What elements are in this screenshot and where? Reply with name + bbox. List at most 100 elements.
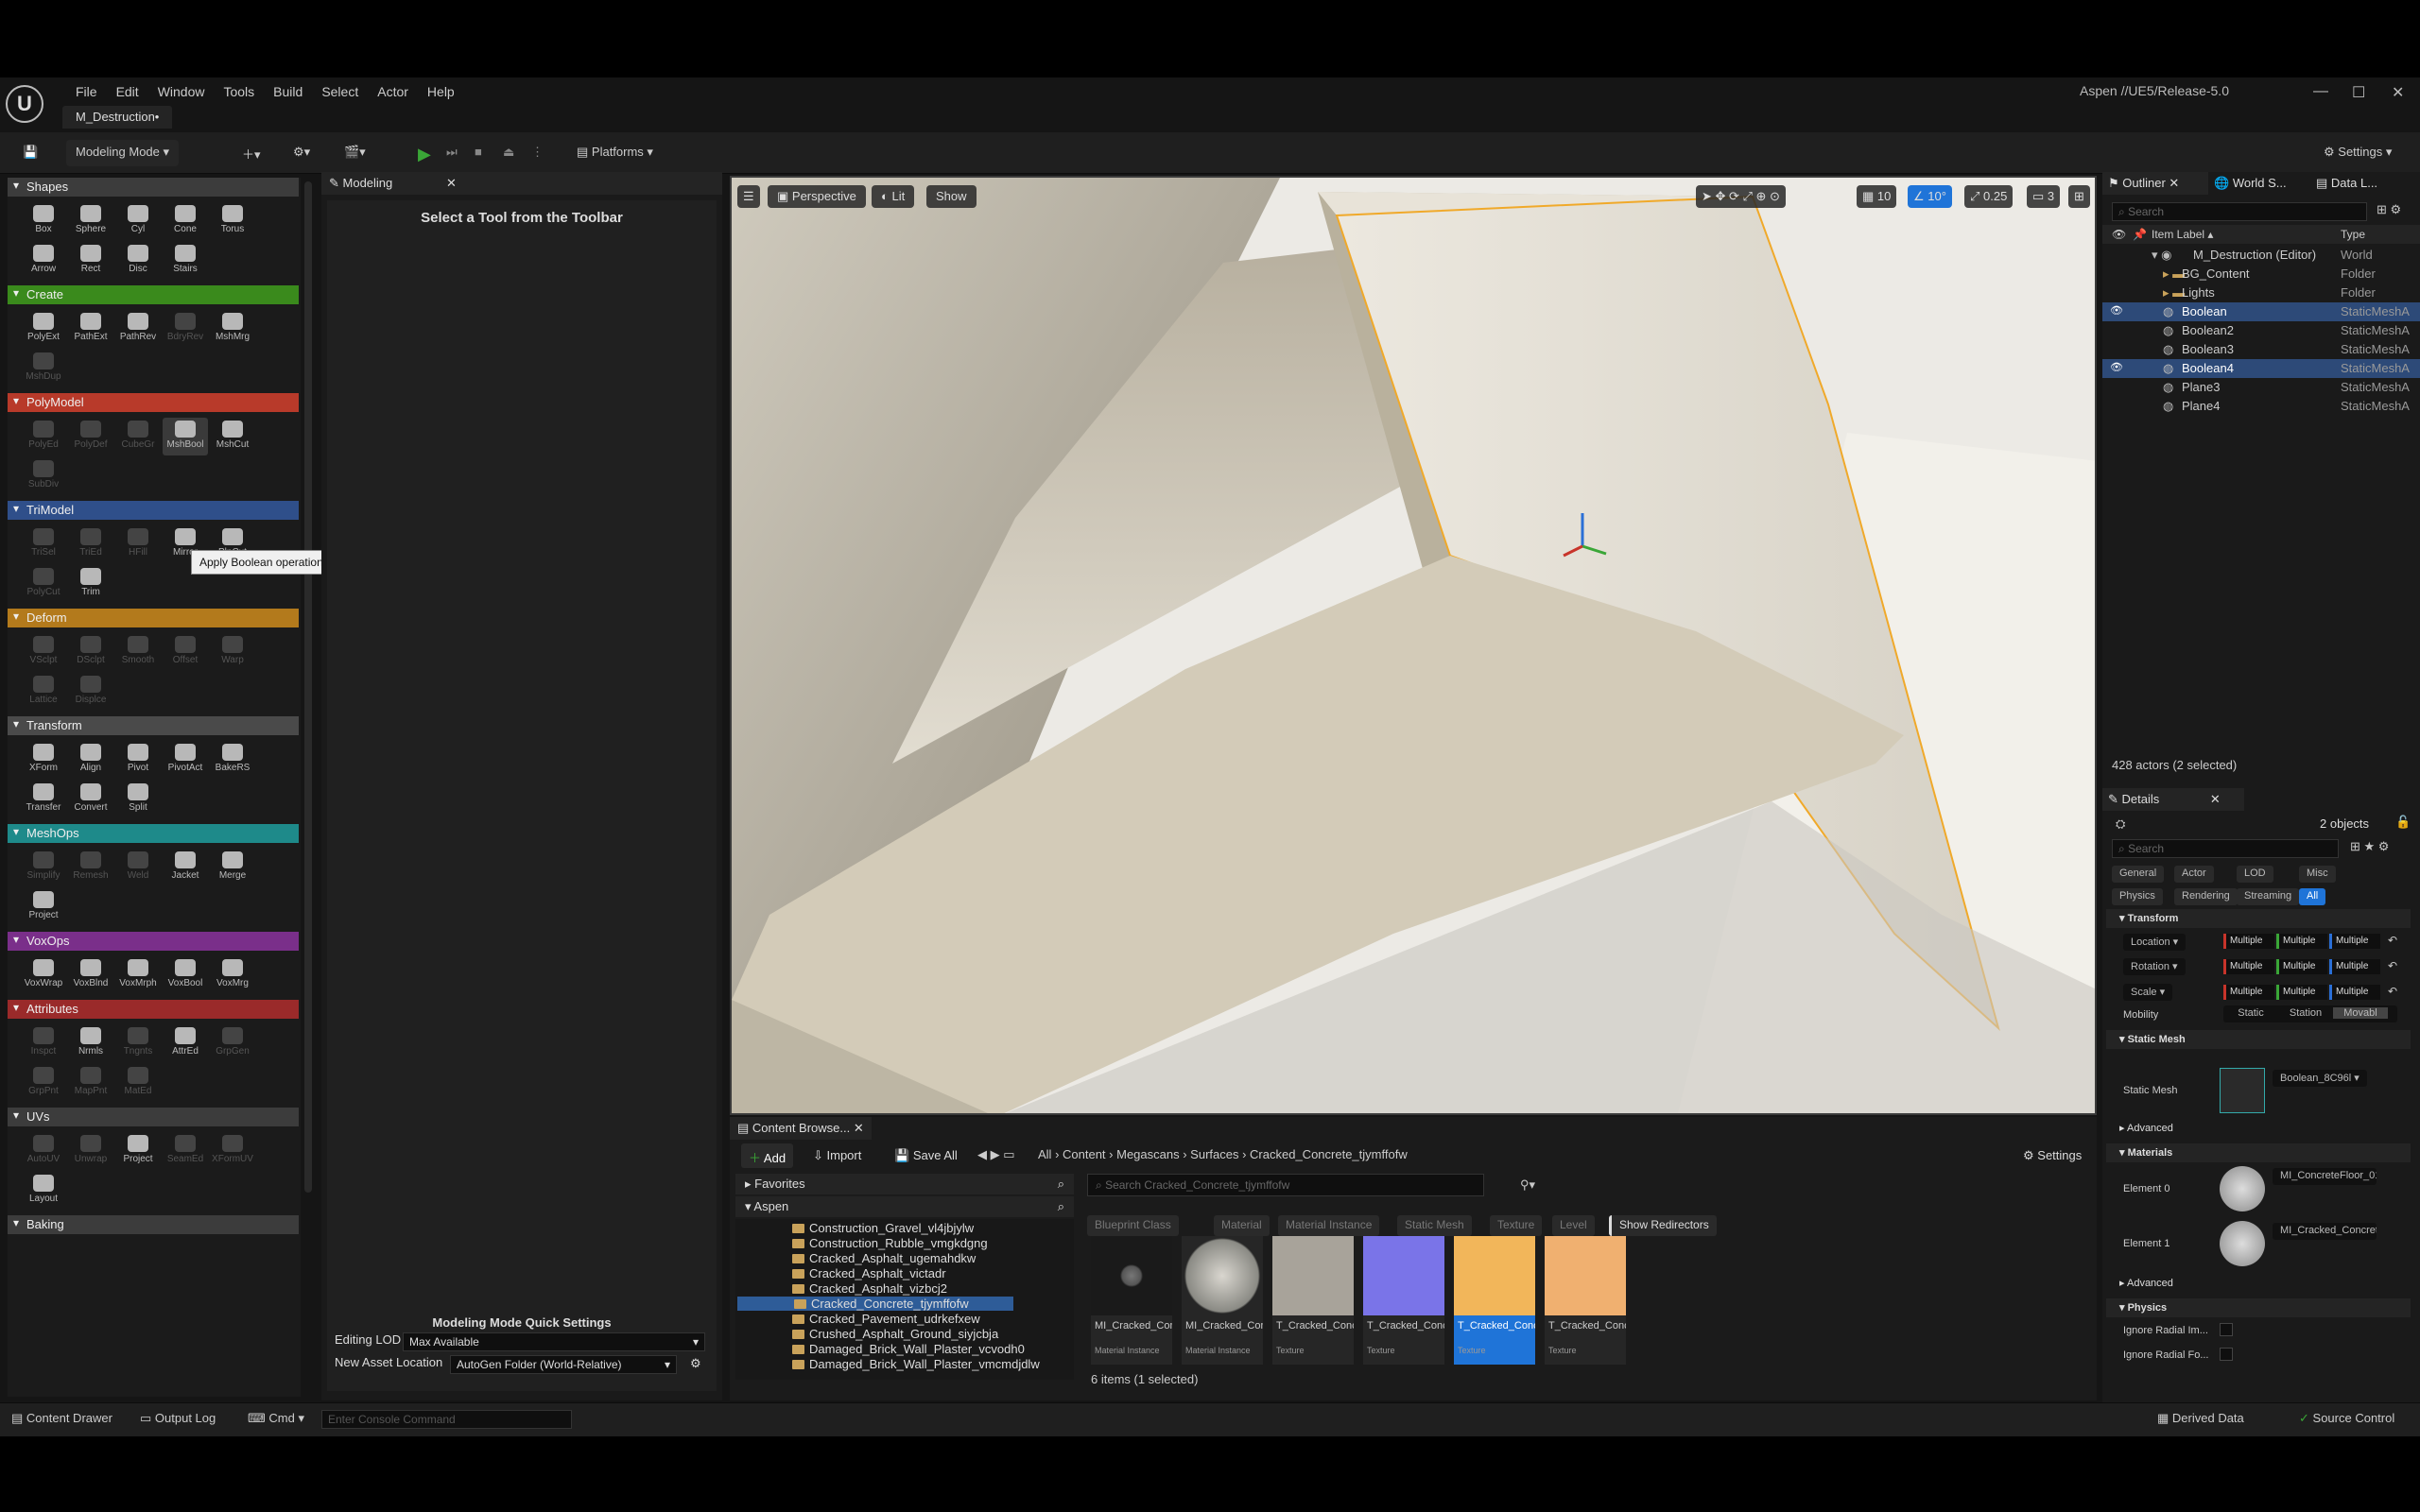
close-button[interactable]: ✕ (2392, 83, 2404, 102)
mobility-toggle[interactable]: Static Station Movabl (2223, 1005, 2397, 1022)
breadcrumb-item[interactable]: Content (1063, 1147, 1106, 1161)
tool-project[interactable]: Project (115, 1132, 161, 1170)
details-filter-actor[interactable]: Actor (2174, 866, 2214, 883)
tool-trim[interactable]: Trim (68, 565, 113, 603)
output-log-button[interactable]: ▭ Output Log (140, 1411, 216, 1426)
tool-stairs[interactable]: Stairs (163, 242, 208, 280)
outliner-row[interactable]: ◍ Boolean3 StaticMeshA (2102, 340, 2420, 359)
details-filter-rendering[interactable]: Rendering (2174, 888, 2238, 905)
outliner-row[interactable]: ◍ Boolean2 StaticMeshA (2102, 321, 2420, 340)
document-tab[interactable]: M_Destruction• (62, 106, 173, 129)
tool-jacket[interactable]: Jacket (163, 849, 208, 886)
folder-item[interactable]: Cracked_Asphalt_vizbcj2 (792, 1281, 947, 1296)
details-filter-misc[interactable]: Misc (2299, 866, 2336, 883)
transform-value-field[interactable]: Multiple (2223, 934, 2274, 949)
mesh-thumbnail[interactable] (2220, 1068, 2265, 1113)
tool-tried[interactable]: TriEd (68, 525, 113, 563)
play-icon[interactable]: ▶ (408, 140, 441, 166)
mode-selector[interactable]: Modeling Mode ▾ (66, 140, 180, 166)
material-1-thumbnail[interactable] (2220, 1221, 2265, 1266)
data-layers-tab[interactable]: ▤ Data L... (2310, 172, 2383, 195)
materials-section[interactable]: ▾ Materials (2106, 1143, 2411, 1162)
advanced-section-2[interactable]: ▸ Advanced (2106, 1274, 2411, 1293)
mobility-stationary[interactable]: Station (2278, 1007, 2333, 1019)
tool-voxwrap[interactable]: VoxWrap (21, 956, 66, 994)
maximize-button[interactable]: ☐ (2352, 83, 2365, 102)
tool-autouv[interactable]: AutoUV (21, 1132, 66, 1170)
transform-section[interactable]: ▾ Transform (2106, 909, 2411, 928)
category-uvs[interactable]: UVs (8, 1108, 299, 1126)
level-viewport[interactable]: ☰ ▣ Perspective ◐ Lit Show ➤ ✥ ⟳ ⤢ ⊕ ⊙ ▦… (730, 176, 2097, 1115)
asset-tile[interactable]: MI_Cracked_Concrete_... Material Instance (1091, 1236, 1172, 1365)
menu-edit[interactable]: Edit (107, 80, 148, 103)
element-0-dropdown[interactable]: MI_ConcreteFloor_01 (2273, 1168, 2377, 1185)
menu-file[interactable]: File (66, 80, 107, 103)
tool-pathrev[interactable]: PathRev (115, 310, 161, 348)
folder-item[interactable]: Cracked_Concrete_tjymffofw (737, 1297, 1013, 1311)
category-deform[interactable]: Deform (8, 609, 299, 627)
transform-value-field[interactable]: Multiple (2223, 959, 2274, 974)
folder-item[interactable]: Damaged_Brick_Wall_Plaster_vmcmdjdlw (792, 1357, 1040, 1371)
world-settings-tab[interactable]: 🌐 World S... (2208, 172, 2292, 195)
transform-tools[interactable]: ➤ ✥ ⟳ ⤢ ⊕ ⊙ (1696, 185, 1786, 208)
tool-mshbool[interactable]: MshBool (163, 418, 208, 455)
transform-value-field[interactable]: Multiple (2329, 985, 2380, 1000)
save-icon[interactable]: 💾 (13, 140, 47, 166)
filter-material[interactable]: Material (1214, 1215, 1270, 1236)
menu-select[interactable]: Select (312, 80, 368, 103)
location-dropdown[interactable]: Location ▾ (2123, 934, 2187, 951)
camera-speed[interactable]: ▭ 3 (2027, 185, 2061, 208)
tool-mshcut[interactable]: MshCut (210, 418, 255, 455)
tool-polycut[interactable]: PolyCut (21, 565, 66, 603)
tool-merge[interactable]: Merge (210, 849, 255, 886)
tool-polyed[interactable]: PolyEd (21, 418, 66, 455)
details-tab[interactable]: ✎ Details ✕ (2102, 788, 2244, 811)
lock-icon[interactable]: 🔓 (2395, 815, 2411, 830)
menu-build[interactable]: Build (264, 80, 312, 103)
tool-box[interactable]: Box (21, 202, 66, 240)
tool-mated[interactable]: MatEd (115, 1064, 161, 1102)
asset-location-dropdown[interactable]: AutoGen Folder (World-Relative) ▾ (450, 1355, 677, 1374)
filter-blueprint-class[interactable]: Blueprint Class (1087, 1215, 1179, 1236)
tool-remesh[interactable]: Remesh (68, 849, 113, 886)
tool-simplify[interactable]: Simplify (21, 849, 66, 886)
tool-xform[interactable]: XForm (21, 741, 66, 779)
tool-convert[interactable]: Convert (68, 781, 113, 818)
category-attributes[interactable]: Attributes (8, 1000, 299, 1019)
category-create[interactable]: Create (8, 285, 299, 304)
asset-tile[interactable]: T_Cracked_Concrete_... Texture (1272, 1236, 1354, 1365)
tool-seamed[interactable]: SeamEd (163, 1132, 208, 1170)
folder-item[interactable]: Cracked_Pavement_udrkefxew (792, 1312, 980, 1326)
details-filter-physics[interactable]: Physics (2112, 888, 2163, 905)
tool-voxblnd[interactable]: VoxBlnd (68, 956, 113, 994)
source-control-button[interactable]: ✓ Source Control (2299, 1411, 2394, 1426)
angle-snap[interactable]: ∠ 10° (1908, 185, 1952, 208)
tool-rect[interactable]: Rect (68, 242, 113, 280)
tool-polydef[interactable]: PolyDef (68, 418, 113, 455)
outliner-tab[interactable]: ⚑ Outliner ✕ (2102, 172, 2208, 195)
tool-nrmls[interactable]: Nrmls (68, 1024, 113, 1062)
menu-actor[interactable]: Actor (368, 80, 418, 103)
cinematics-icon[interactable]: 🎬▾ (335, 140, 375, 166)
tool-smooth[interactable]: Smooth (115, 633, 161, 671)
tool-polyext[interactable]: PolyExt (21, 310, 66, 348)
tool-bakers[interactable]: BakeRS (210, 741, 255, 779)
close-icon[interactable]: ✕ (446, 176, 457, 191)
folder-item[interactable]: Construction_Gravel_vl4jbjylw (792, 1221, 974, 1235)
outliner-search-input[interactable]: ⌕ Search (2112, 202, 2367, 221)
tool-warp[interactable]: Warp (210, 633, 255, 671)
tool-voxmrph[interactable]: VoxMrph (115, 956, 161, 994)
tool-transfer[interactable]: Transfer (21, 781, 66, 818)
filter-static-mesh[interactable]: Static Mesh (1397, 1215, 1472, 1236)
tool-cone[interactable]: Cone (163, 202, 208, 240)
asset-tile[interactable]: T_Cracked_Concrete_... Texture (1363, 1236, 1444, 1365)
tool-tngnts[interactable]: Tngnts (115, 1024, 161, 1062)
filter-icon[interactable]: ⚲▾ (1520, 1177, 1535, 1193)
scale-dropdown[interactable]: Scale ▾ (2123, 984, 2173, 1001)
eye-icon[interactable]: 👁 (2110, 304, 2123, 317)
history-nav-icons[interactable]: ◀ ▶ ▭ (977, 1147, 1015, 1162)
eject-icon[interactable]: ⏏ (493, 140, 524, 166)
eye-icon[interactable]: 👁 (2110, 361, 2123, 373)
console-input[interactable]: Enter Console Command (321, 1410, 572, 1429)
outliner-row[interactable]: ▸ ▬ Lights Folder (2102, 284, 2420, 302)
